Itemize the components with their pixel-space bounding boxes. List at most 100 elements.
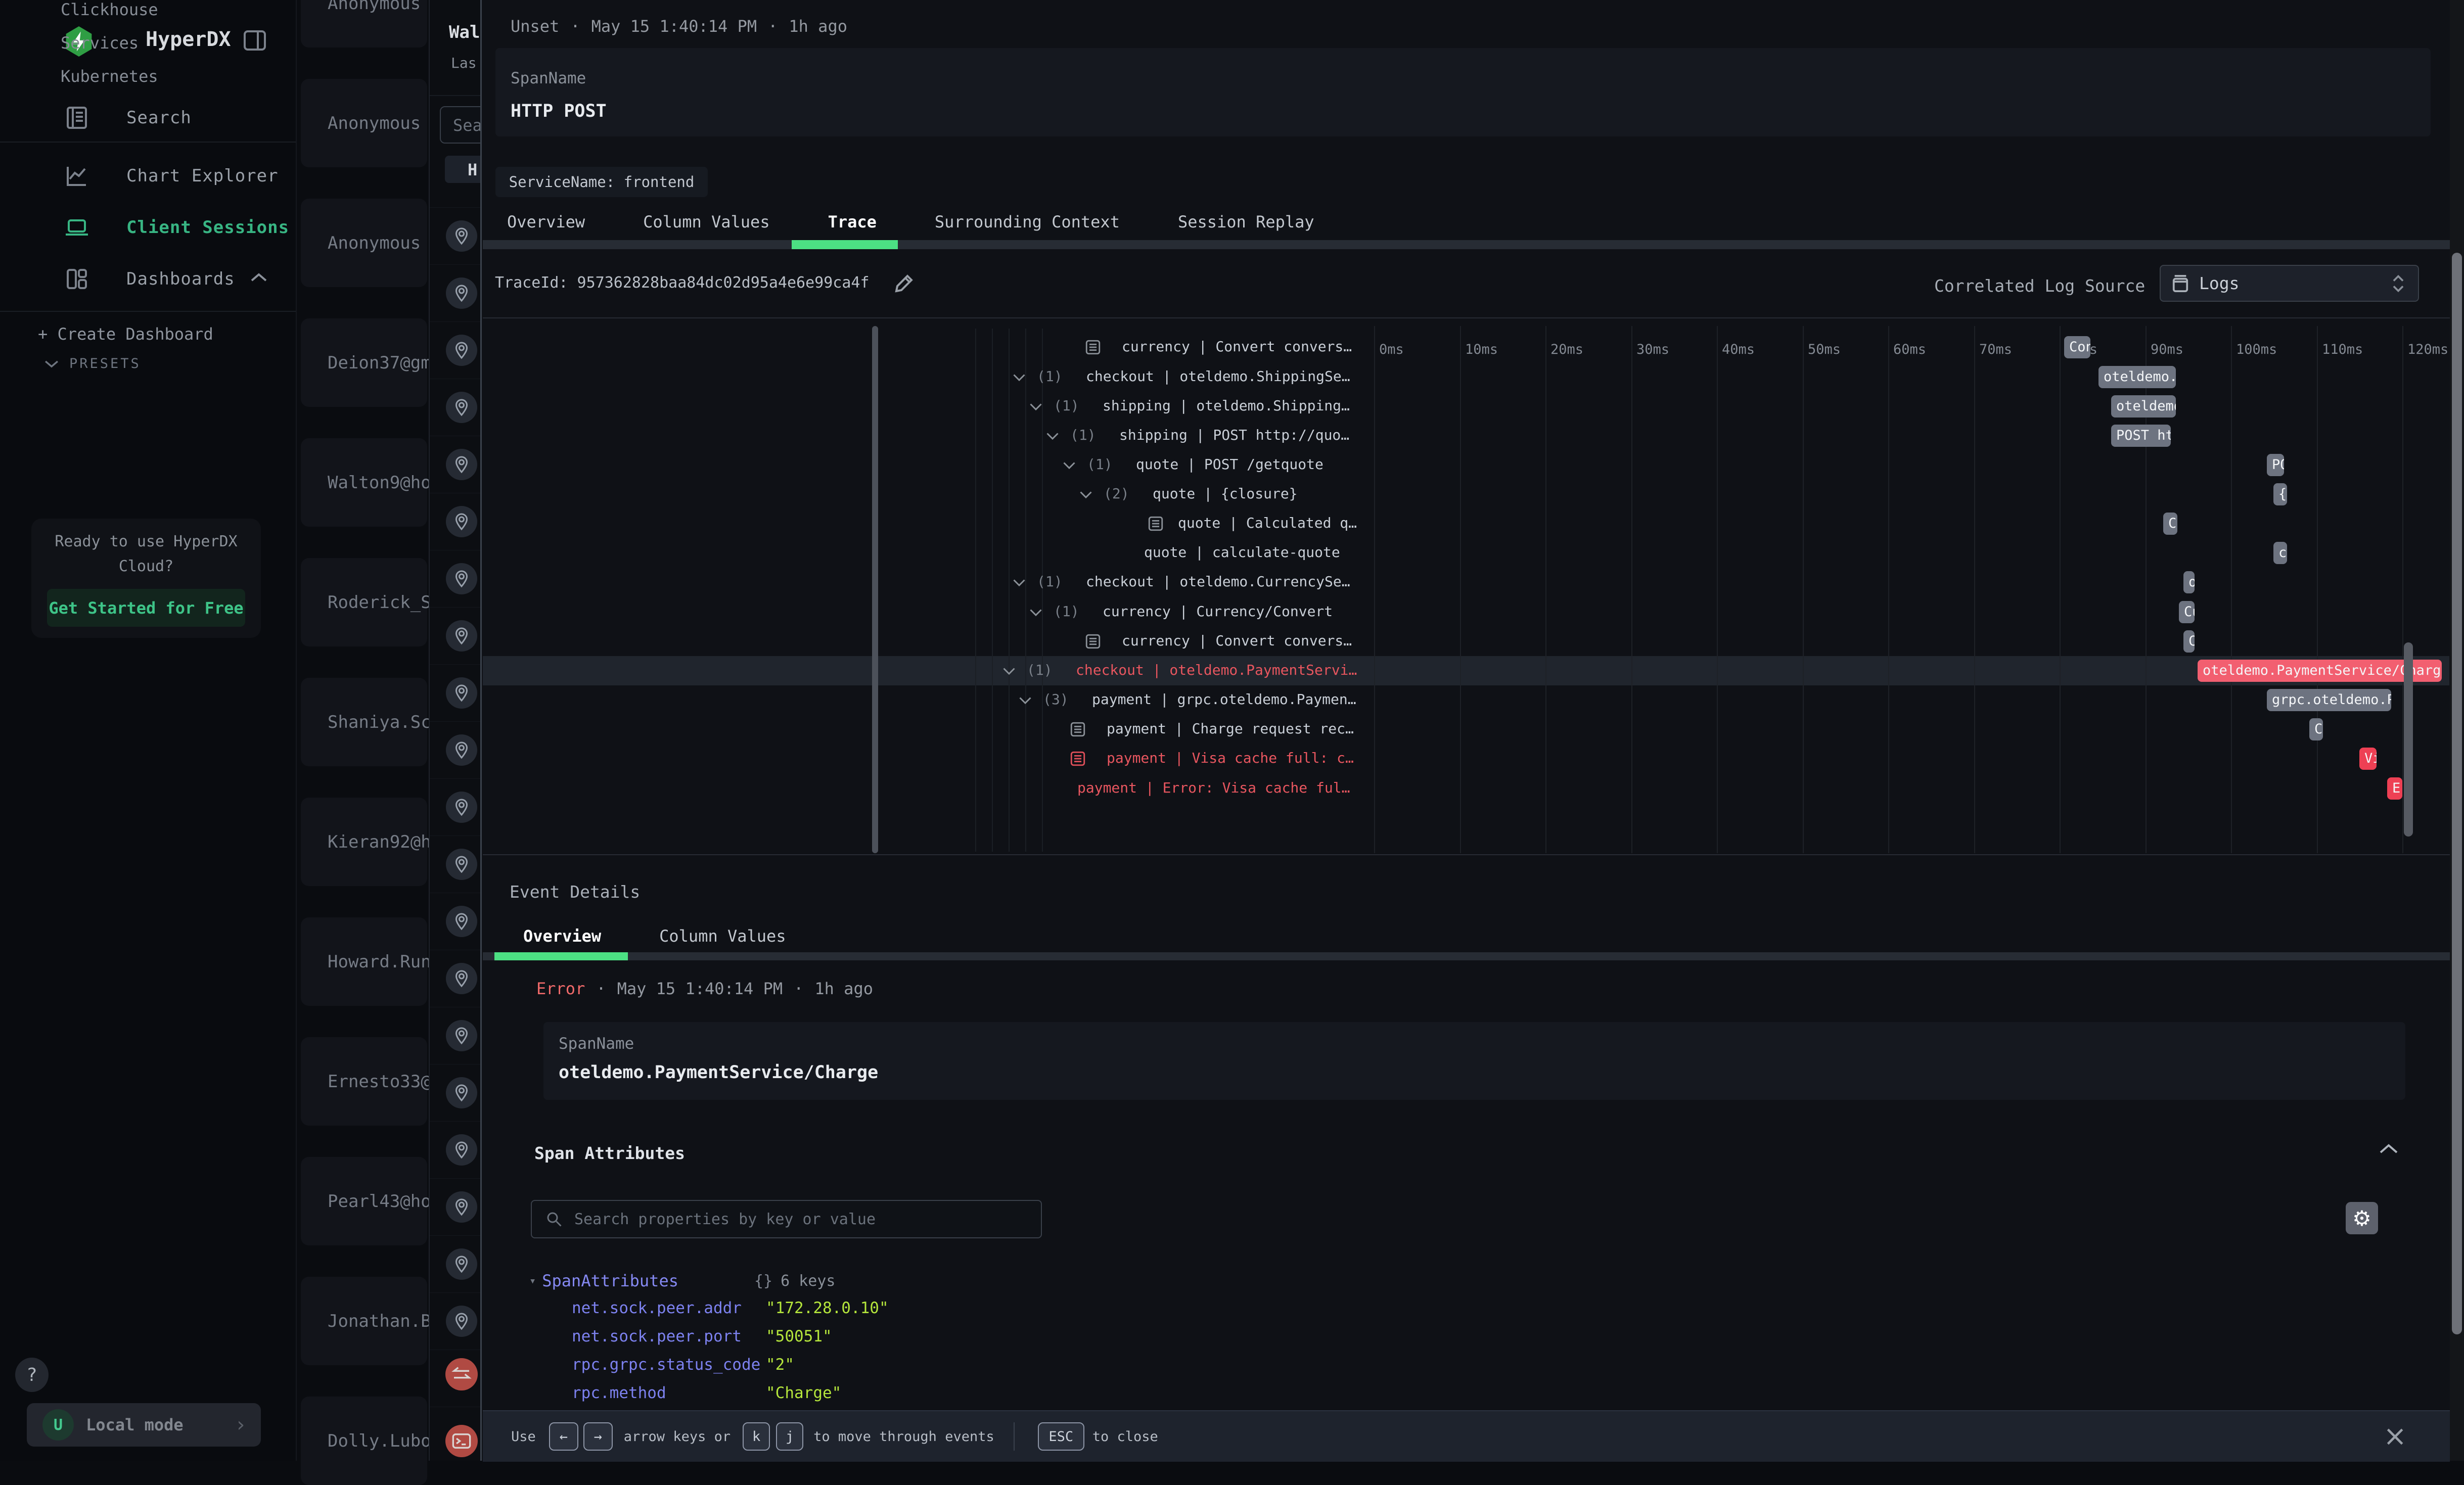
session-card[interactable]: Howard.Run (301, 917, 427, 1006)
attributes-root-row[interactable]: ▾ SpanAttributes {} 6 keys (529, 1270, 835, 1292)
location-pin-icon[interactable] (446, 506, 477, 537)
create-dashboard-button[interactable]: + Create Dashboard (38, 324, 213, 344)
span-tree-label[interactable]: currency | Convert convers… (1122, 632, 1352, 649)
location-pin-icon[interactable] (446, 1134, 477, 1166)
collapse-section-icon[interactable] (2378, 1141, 2400, 1156)
location-pin-icon[interactable] (446, 849, 477, 880)
session-card[interactable]: Anonymous (301, 79, 427, 167)
location-pin-icon[interactable] (446, 620, 477, 652)
attribute-settings-button[interactable]: ⚙ (2346, 1202, 2378, 1234)
session-card[interactable]: Deion37@gm (301, 318, 427, 407)
span-tree-label[interactable]: quote | calculate-quote (1144, 544, 1340, 561)
tree-collapse-chevron[interactable] (1078, 488, 1093, 501)
location-pin-icon[interactable] (446, 1020, 477, 1051)
span-duration-bar[interactable]: oteldemo.ShippingService/GetQuote (2111, 395, 2176, 417)
sidebar-item-dashboards[interactable]: Dashboards (65, 265, 235, 293)
get-started-button[interactable]: Get Started for Free (47, 589, 245, 627)
session-card[interactable]: Walton9@ho (301, 438, 427, 527)
session-card[interactable]: Ernesto33@ (301, 1037, 427, 1126)
attribute-row[interactable]: rpc.method "Charge" (482, 1384, 1998, 1406)
location-pin-icon[interactable] (446, 963, 477, 994)
session-card[interactable]: Anonymous (301, 0, 427, 48)
span-tree-label[interactable]: payment | Visa cache full: c… (1107, 750, 1354, 766)
attribute-row[interactable]: net.sock.peer.addr "172.28.0.10" (482, 1299, 1998, 1321)
attribute-search-input[interactable]: Search properties by key or value (531, 1200, 1042, 1238)
tree-scrollbar[interactable] (872, 326, 878, 853)
help-button[interactable]: ? (15, 1358, 49, 1392)
local-mode-menu[interactable]: U Local mode › (27, 1403, 261, 1447)
span-duration-bar[interactable]: {closure} (2273, 483, 2287, 505)
span-duration-bar[interactable]: Error: Visa cache full (2387, 777, 2402, 800)
tree-collapse-chevron[interactable] (1001, 664, 1017, 677)
drawer-tab[interactable]: Trace (828, 212, 877, 231)
location-pin-icon[interactable] (446, 1077, 477, 1108)
location-pin-icon[interactable] (446, 277, 477, 309)
drawer-tab[interactable]: Surrounding Context (935, 212, 1120, 231)
span-duration-bar[interactable]: Calculated quote (2163, 513, 2177, 535)
event-details-tab[interactable]: Overview (523, 926, 601, 946)
span-tree-label[interactable]: currency | Currency/Convert (1103, 603, 1333, 620)
span-duration-bar[interactable]: Visa cache full: cleaning it (2359, 748, 2377, 770)
tree-collapse-chevron[interactable] (1012, 370, 1027, 384)
span-duration-bar[interactable]: oteldemo.PaymentService/Charge (2198, 660, 2442, 682)
tree-collapse-chevron[interactable] (1062, 458, 1077, 472)
span-tree-label[interactable]: quote | {closure} (1153, 485, 1298, 502)
tree-collapse-chevron[interactable] (1045, 429, 1060, 442)
drawer-scrollbar-thumb[interactable] (2452, 253, 2462, 1334)
span-tree-label[interactable]: checkout | oteldemo.ShippingSe… (1086, 368, 1350, 385)
location-pin-icon[interactable] (446, 677, 477, 709)
close-icon[interactable]: × (2383, 1426, 2407, 1447)
tree-collapse-chevron[interactable] (1028, 606, 1043, 619)
location-pin-icon[interactable] (446, 392, 477, 423)
location-pin-icon[interactable] (446, 563, 477, 594)
session-card[interactable]: Pearl43@ho (301, 1157, 427, 1245)
presets-toggle[interactable]: PRESETS (43, 356, 141, 372)
tree-collapse-chevron[interactable] (1012, 576, 1027, 589)
location-pin-icon[interactable] (446, 1306, 477, 1337)
span-tree-label[interactable]: quote | POST /getquote (1136, 456, 1324, 473)
session-card[interactable]: Roderick_S (301, 558, 427, 646)
span-tree-label[interactable]: shipping | oteldemo.Shipping… (1103, 397, 1350, 414)
location-pin-icon[interactable] (446, 1248, 477, 1280)
drawer-tab[interactable]: Overview (507, 212, 585, 231)
span-duration-bar[interactable]: Currency/Convert (2179, 601, 2195, 623)
attribute-row[interactable]: rpc.grpc.status_code "2" (482, 1356, 1998, 1378)
tree-collapse-chevron[interactable] (1018, 693, 1033, 707)
span-tree-label[interactable]: quote | Calculated q… (1178, 515, 1357, 531)
edit-trace-id-icon[interactable] (894, 273, 915, 295)
chevron-up-icon[interactable] (249, 270, 269, 285)
network-event-icon[interactable] (445, 1358, 478, 1390)
span-tree-label[interactable]: payment | grpc.oteldemo.Paymen… (1092, 691, 1356, 708)
span-duration-bar[interactable]: POST /getquote (2267, 454, 2284, 476)
session-card[interactable]: Anonymous (301, 199, 427, 287)
span-duration-bar[interactable]: grpc.oteldemo.PaymentService/Charge (2267, 689, 2391, 711)
sidebar-item-search[interactable]: Search (65, 104, 192, 132)
service-name-chip[interactable]: ServiceName: frontend (495, 167, 708, 197)
location-pin-icon[interactable] (446, 1191, 477, 1223)
sidebar-item-chart-explorer[interactable]: Chart Explorer (65, 162, 279, 190)
span-tree-label[interactable]: currency | Convert convers… (1122, 338, 1352, 355)
session-card[interactable]: Jonathan.B (301, 1277, 427, 1365)
drawer-tab[interactable]: Column Values (643, 212, 769, 231)
location-pin-icon[interactable] (446, 734, 477, 766)
attribute-row[interactable]: net.sock.peer.port "50051" (482, 1327, 1998, 1350)
tree-collapse-chevron[interactable] (1028, 400, 1043, 413)
location-pin-icon[interactable] (446, 449, 477, 480)
console-error-icon[interactable] (445, 1425, 478, 1457)
event-details-tab[interactable]: Column Values (659, 926, 786, 946)
session-card[interactable]: Shaniya.Sc (301, 678, 427, 766)
span-duration-bar[interactable]: Convert conversion request/response (2064, 336, 2090, 358)
log-source-select[interactable]: Logs (2160, 265, 2419, 302)
location-pin-icon[interactable] (446, 220, 477, 252)
span-tree-label[interactable]: payment | Charge request rec… (1107, 720, 1354, 737)
span-tree-label[interactable]: checkout | oteldemo.CurrencySe… (1086, 573, 1350, 590)
location-pin-icon[interactable] (446, 906, 477, 937)
session-card[interactable]: Dolly.Lubo (301, 1397, 427, 1485)
sidebar-item-client-sessions[interactable]: Client Sessions (65, 213, 289, 242)
location-pin-icon[interactable] (446, 792, 477, 823)
span-duration-bar[interactable]: oteldemo.CurrencyService/Convert (2183, 571, 2195, 593)
drawer-tab[interactable]: Session Replay (1178, 212, 1314, 231)
span-duration-bar[interactable]: oteldemo.ShippingService/GetQuote (2098, 366, 2176, 388)
span-duration-bar[interactable]: Convert conversion request/response (2183, 630, 2195, 653)
span-tree-label[interactable]: checkout | oteldemo.PaymentServi… (1076, 662, 1357, 678)
